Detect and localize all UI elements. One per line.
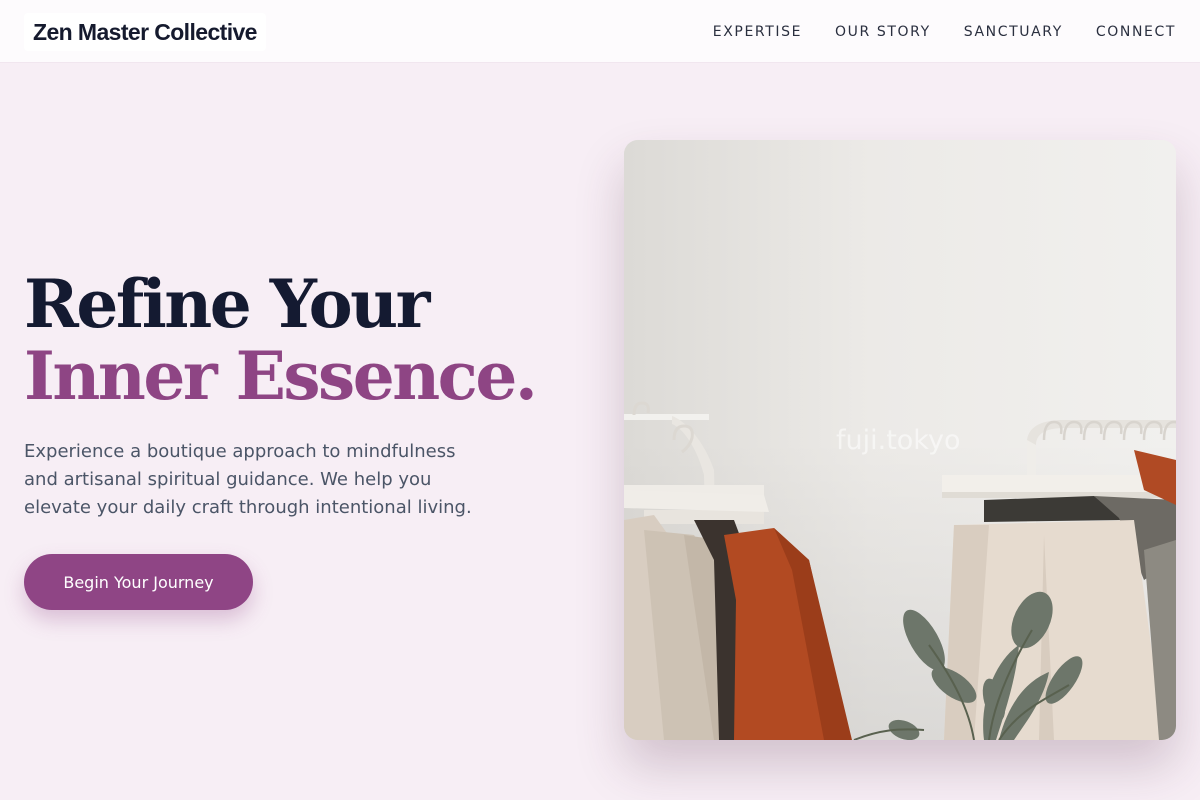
begin-journey-button[interactable]: Begin Your Journey (24, 554, 253, 610)
image-watermark: fuji.tokyo (836, 425, 961, 456)
hero-headline-line2: Inner Essence. (24, 337, 538, 415)
nav-link-sanctuary[interactable]: SANCTUARY (964, 24, 1063, 40)
hero-lead-text: Experience a boutique approach to mindfu… (24, 441, 472, 518)
main-nav: EXPERTISE OUR STORY SANCTUARY CONNECT (713, 0, 1176, 63)
nav-link-connect[interactable]: CONNECT (1096, 24, 1176, 40)
site-header: Zen Master Collective EXPERTISE OUR STOR… (0, 0, 1200, 63)
hero-image: fuji.tokyo (624, 140, 1176, 740)
nav-link-our-story[interactable]: OUR STORY (835, 24, 931, 40)
brand-logo[interactable]: Zen Master Collective (24, 13, 266, 51)
hero-headline: Refine Your Inner Essence. (24, 265, 538, 415)
hero-headline-line1: Refine Your (24, 265, 430, 343)
nav-link-expertise[interactable]: EXPERTISE (713, 24, 802, 40)
